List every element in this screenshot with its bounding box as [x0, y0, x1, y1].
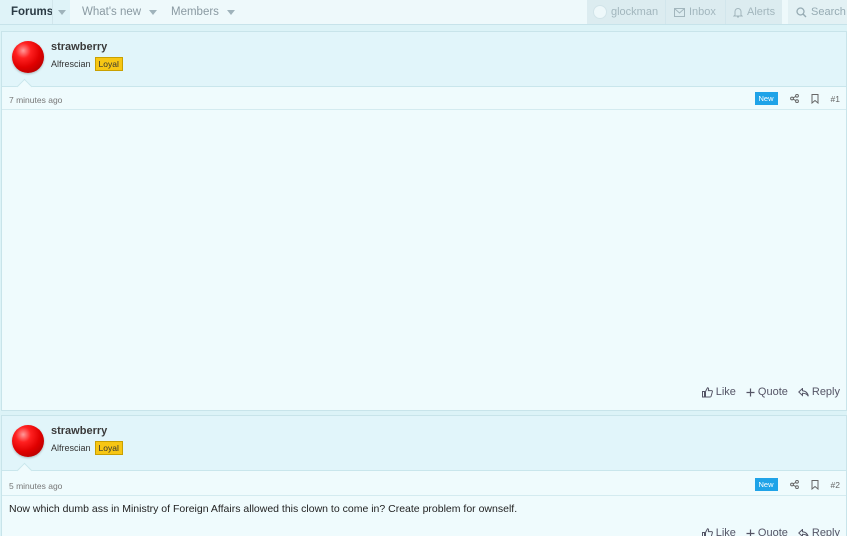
nav-members-label: Members — [171, 6, 219, 18]
post-meta-row: 7 minutes ago New #1 — [2, 88, 846, 110]
post-username[interactable]: strawberry — [51, 41, 107, 53]
plus-icon — [746, 388, 755, 396]
post-actions: Like Quote Reply — [692, 386, 840, 398]
like-label: Like — [715, 527, 736, 536]
post-timestamp[interactable]: 7 minutes ago — [9, 95, 62, 105]
inbox-label: Inbox — [689, 6, 716, 18]
inbox-link[interactable]: Inbox — [666, 0, 725, 24]
new-badge: New — [754, 92, 778, 105]
chevron-down-icon — [57, 9, 66, 15]
nav-tab-whats-new[interactable]: What's new — [82, 0, 158, 24]
user-avatar[interactable] — [12, 41, 44, 73]
post-timestamp[interactable]: 5 minutes ago — [9, 481, 62, 491]
user-avatar[interactable] — [12, 425, 44, 457]
top-navigation: Forums What's new Members glockman Inbox… — [0, 0, 847, 25]
reply-icon — [797, 387, 809, 397]
post-actions: Like Quote Reply — [692, 527, 840, 536]
reply-label: Reply — [811, 527, 840, 536]
search-label: Search — [811, 6, 846, 18]
quote-button[interactable]: Quote — [746, 386, 788, 398]
post-2: strawberry Alfrescian Loyal 5 minutes ag… — [1, 415, 847, 536]
post-user-header: strawberry Alfrescian Loyal — [2, 32, 846, 95]
thumbs-up-icon — [701, 386, 713, 397]
post-username[interactable]: strawberry — [51, 425, 107, 437]
quote-button[interactable]: Quote — [746, 527, 788, 536]
user-title-text: Alfrescian — [51, 443, 91, 453]
like-button[interactable]: Like — [701, 527, 736, 536]
loyal-badge: Loyal — [94, 57, 123, 71]
reply-icon — [797, 528, 809, 536]
plus-icon — [746, 529, 755, 536]
bookmark-icon[interactable] — [811, 479, 819, 490]
like-label: Like — [715, 386, 736, 398]
bell-icon — [733, 7, 743, 17]
post-meta-row: 5 minutes ago New #2 — [2, 474, 846, 496]
nav-whats-new-label: What's new — [82, 6, 142, 18]
account-username: glockman — [611, 6, 659, 18]
chevron-down-icon[interactable] — [149, 9, 158, 15]
reply-label: Reply — [811, 386, 840, 398]
share-icon[interactable] — [789, 480, 799, 489]
share-icon[interactable] — [789, 94, 799, 103]
post-number[interactable]: #2 — [831, 480, 840, 490]
nav-forums-label: Forums — [11, 6, 54, 18]
alerts-link[interactable]: Alerts — [726, 0, 782, 24]
post-user-header: strawberry Alfrescian Loyal — [2, 416, 846, 479]
account-menu[interactable]: glockman — [587, 0, 665, 24]
reply-button[interactable]: Reply — [797, 386, 840, 398]
quote-label: Quote — [757, 386, 788, 398]
forums-dropdown-toggle[interactable] — [53, 0, 70, 24]
search-link[interactable]: Search — [788, 0, 847, 24]
like-button[interactable]: Like — [701, 386, 736, 398]
envelope-icon — [674, 7, 685, 17]
search-icon — [796, 6, 807, 17]
quote-label: Quote — [757, 527, 788, 536]
nav-tab-members[interactable]: Members — [171, 0, 235, 24]
bookmark-icon[interactable] — [811, 93, 819, 104]
user-title: Alfrescian Loyal — [51, 441, 123, 455]
post-number[interactable]: #1 — [831, 94, 840, 104]
alerts-label: Alerts — [747, 6, 776, 18]
reply-button[interactable]: Reply — [797, 527, 840, 536]
post-meta-actions: New #1 — [754, 92, 840, 105]
thumbs-up-icon — [701, 527, 713, 536]
loyal-badge: Loyal — [94, 441, 123, 455]
user-title-text: Alfrescian — [51, 59, 91, 69]
post-1: strawberry Alfrescian Loyal 7 minutes ag… — [1, 31, 847, 411]
post-meta-actions: New #2 — [754, 478, 840, 491]
user-title: Alfrescian Loyal — [51, 57, 123, 71]
user-avatar-icon — [593, 5, 607, 19]
post-message: Now which dumb ass in Ministry of Foreig… — [9, 503, 518, 515]
new-badge: New — [754, 478, 778, 491]
chevron-down-icon[interactable] — [226, 9, 235, 15]
